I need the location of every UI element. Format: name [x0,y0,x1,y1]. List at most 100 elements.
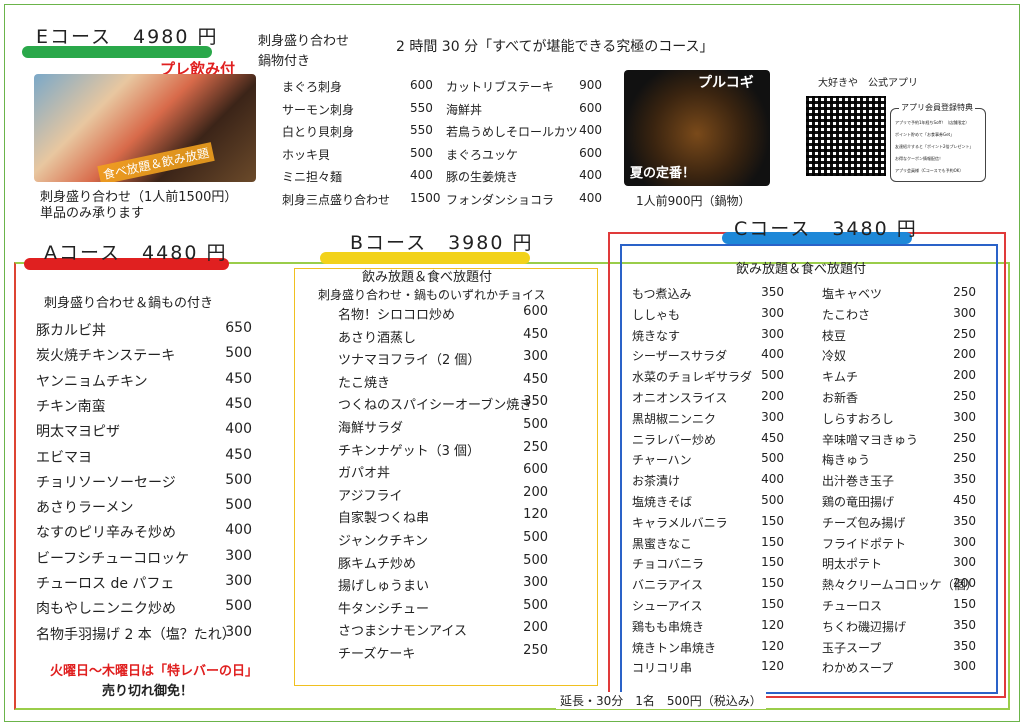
item-price: 300 [523,575,548,591]
item-price: 150 [953,597,976,611]
app-line: お得なクーポン情報配信！ [895,156,943,161]
item-price: 450 [523,326,548,342]
e-menu-row: カットリブステーキ 900 [446,78,602,95]
item-name: 塩キャベツ [822,287,883,301]
item-name: 豚の生姜焼き [446,170,519,184]
app-line: アプリで予約1年経ちSoff！（店舗限定） [895,120,970,125]
item-name: ニラレバー炒め [632,432,717,447]
item-name: 玉子スープ [822,640,882,655]
item-name: たこわさ [822,307,871,322]
a-notice-2: 売り切れ御免！ [102,684,194,699]
item-price: 120 [761,617,784,632]
a-menu-row: なすのピリ辛みそ炒め 400 [36,522,252,542]
item-name: キムチ [822,370,859,385]
app-box-title: アプリ会員登録特典 [899,102,975,113]
item-name: もつ煮込み [632,287,692,301]
c-menu-row: フライドポテト 300 [822,535,976,552]
item-name: サーモン刺身 [282,102,355,117]
item-price: 500 [761,493,784,507]
item-price: 500 [225,471,252,488]
b-menu-row: チーズケーキ 250 [338,643,548,662]
item-name: ジャンクチキン [338,534,428,549]
item-price: 250 [523,439,548,455]
b-menu-row: ツナマヨフライ（2 個） 300 [338,349,548,368]
item-name: アジフライ [338,488,403,504]
item-name: あさり酒蒸し [338,330,417,346]
item-name: チャーハン [632,453,692,468]
item-name: チューロス de パフェ [36,576,175,592]
c-menu-row: ニラレバー炒め 450 [632,431,784,448]
item-name: 炭火焼チキンステーキ [36,348,176,365]
a-menu-row: 明太マヨピザ 400 [36,421,252,441]
item-name: 水菜のチョレギサラダ [632,370,753,385]
c-menu-row: 玉子スープ 350 [822,639,976,656]
item-name: フォンダンショコラ [446,192,555,207]
item-price: 550 [410,123,433,137]
item-name: 自家製つくね串 [338,511,430,527]
item-price: 200 [523,620,548,636]
item-price: 300 [225,547,252,564]
item-name: チキンナゲット（3 個） [338,443,481,459]
item-price: 400 [761,472,784,487]
app-line: ポイント貯めて「お食事券Get」 [895,132,955,137]
a-menu-row: ビーフシチューコロッケ 300 [36,548,252,568]
a-menu-row: ヤンニョムチキン 450 [36,371,252,391]
a-menu-row: 名物手羽揚げ 2 本（塩？たれ） 300 [36,624,252,644]
bulgogi-price: 1人前900円（鍋物） [636,194,751,208]
e-desc-2: 鍋物付き [258,54,311,69]
c-menu-row: しらすおろし 300 [822,410,976,427]
item-name: まぐろユッケ [446,147,519,162]
app-line: 友達紹介すると「ポイント2倍プレゼント」 [895,144,974,149]
e-menu-row: ホッキ貝 500 [282,145,433,163]
qr-code-icon[interactable] [806,96,886,176]
item-price: 300 [953,305,976,320]
e-menu-row: フォンダンショコラ 400 [446,191,602,208]
item-price: 200 [953,576,976,591]
item-price: 250 [953,326,976,341]
item-name: お茶漬け [632,474,681,489]
item-price: 120 [523,507,548,523]
item-price: 450 [761,430,784,445]
item-price: 250 [523,643,548,658]
item-name: ツナマヨフライ（2 個） [338,353,481,369]
item-name: バニラアイス [632,578,704,593]
item-price: 350 [953,513,976,528]
a-notice-1: 火曜日～木曜日は「特レバーの日」 [50,664,259,679]
a-menu-row: エビマヨ 450 [36,447,252,467]
item-price: 500 [523,597,548,613]
c-menu-row: チャーハン 500 [632,451,784,468]
item-name: 豚キムチ炒め [338,556,417,572]
c-menu-row: 梅きゅう 250 [822,451,976,468]
item-name: 名物！シロコロ炒め [338,308,456,323]
item-price: 250 [953,451,976,466]
item-price: 450 [225,446,252,463]
c-menu-row: チューロス 150 [822,597,976,614]
c-menu-row: 水菜のチョレギサラダ 500 [632,368,784,385]
a-menu-row: チキン南蛮 450 [36,396,252,416]
item-price: 500 [410,145,433,160]
e-menu-row: 刺身三点盛り合わせ 1500 [282,191,441,208]
item-name: チーズケーキ [338,647,416,662]
item-price: 350 [953,638,976,653]
b-course-sub-1: 飲み放題＆食べ放題付 [362,270,493,285]
c-menu-row: お新香 250 [822,389,976,406]
item-name: 名物手羽揚げ 2 本（塩？たれ） [36,626,236,643]
b-menu-row: 牛タンシチュー 500 [338,598,548,617]
item-price: 300 [761,409,784,424]
a-menu-row: 炭火焼チキンステーキ 500 [36,345,252,365]
item-price: 400 [579,168,602,182]
e-menu-row: まぐろ刺身 600 [282,78,433,95]
item-name: 刺身三点盛り合わせ [282,192,391,207]
item-price: 300 [225,623,252,640]
c-menu-row: チーズ包み揚げ 350 [822,514,976,531]
c-menu-row: 黒胡椒ニンニク 300 [632,410,784,427]
item-name: チョコバニラ [632,557,705,572]
photo-label: 食べ放題＆飲み放題 [97,142,215,182]
item-name: ミニ担々麺 [282,170,343,184]
b-menu-row: さつまシナモンアイス 200 [338,620,548,639]
e-course-title: Eコース 4980 円 [36,26,219,48]
item-price: 150 [761,555,784,570]
app-line: アプリ会員様（Cコースでも予約OK） [895,168,964,173]
c-menu-row: キムチ 200 [822,368,976,385]
b-menu-row: チキンナゲット（3 個） 250 [338,440,548,459]
